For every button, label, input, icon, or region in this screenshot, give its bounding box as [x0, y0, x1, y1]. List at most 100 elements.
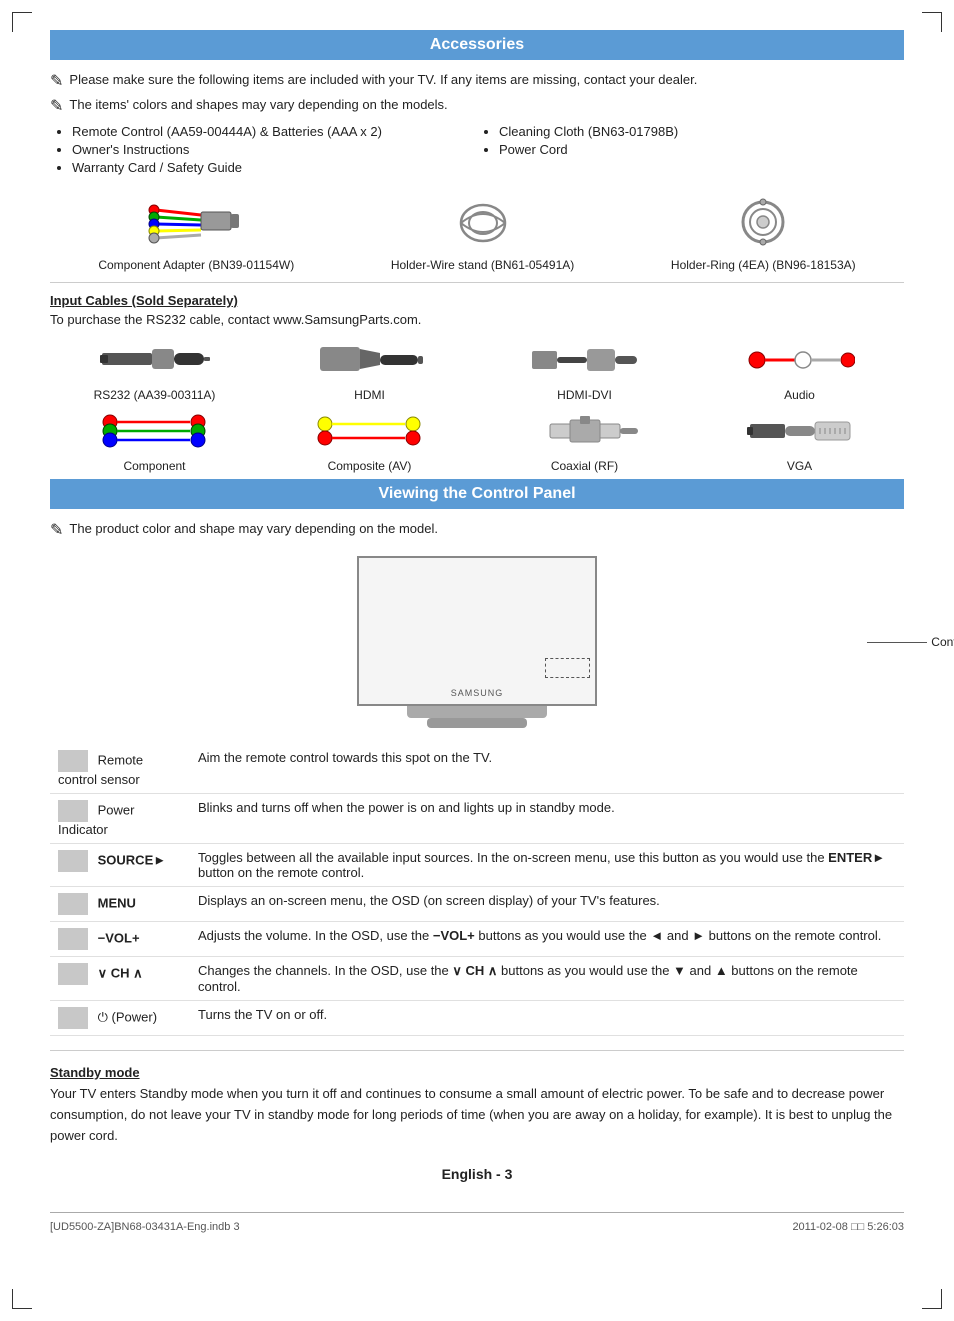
- audio-img: [695, 337, 904, 382]
- list-item: Remote Control (AA59-00444A) & Batteries…: [72, 124, 477, 139]
- accessories-list-col1: Remote Control (AA59-00444A) & Batteries…: [50, 124, 477, 178]
- coaxial-img: [480, 408, 689, 453]
- corner-br: [922, 1289, 942, 1309]
- sensor-icon: [58, 750, 88, 772]
- vol-icon: [58, 928, 88, 950]
- cables-row2: Component Composite (AV) Coaxial (RF: [50, 408, 904, 473]
- composite-label: Composite (AV): [328, 459, 412, 473]
- list-item: Cleaning Cloth (BN63-01798B): [499, 124, 904, 139]
- table-row: ∨ CH ∧ Changes the channels. In the OSD,…: [50, 957, 904, 1001]
- cables-row1: RS232 (AA39-00311A) HDMI HDMI-DVI: [50, 337, 904, 402]
- hdmi-dvi-label: HDMI-DVI: [557, 388, 612, 402]
- table-row: Remote control sensor Aim the remote con…: [50, 744, 904, 794]
- accessory-holder-ring: Holder-Ring (4EA) (BN96-18153A): [671, 192, 856, 272]
- accessories-note1: ✎ Please make sure the following items a…: [50, 72, 904, 91]
- cp-row-name: SOURCE►: [50, 844, 190, 887]
- footer-bar: [UD5500-ZA]BN68-03431A-Eng.indb 3 2011-0…: [50, 1212, 904, 1233]
- callout-line: [867, 642, 927, 643]
- holder-ring-label: Holder-Ring (4EA) (BN96-18153A): [671, 258, 856, 272]
- input-cables-subtitle: To purchase the RS232 cable, contact www…: [50, 312, 904, 327]
- table-row: SOURCE► Toggles between all the availabl…: [50, 844, 904, 887]
- divider-2: [50, 1050, 904, 1051]
- list-item: Owner's Instructions: [72, 142, 477, 157]
- accessory-images-row: Component Adapter (BN39-01154W) Holder-W…: [50, 192, 904, 272]
- page-number: English - 3: [50, 1166, 904, 1182]
- cp-row-desc: Displays an on-screen menu, the OSD (on …: [190, 887, 904, 922]
- corner-tr: [922, 12, 942, 32]
- note-icon-2: ✎: [50, 96, 63, 116]
- accessory-component-adapter: Component Adapter (BN39-01154W): [98, 192, 294, 272]
- note-icon-1: ✎: [50, 71, 63, 91]
- corner-tl: [12, 12, 32, 32]
- tv-stand: [427, 718, 527, 728]
- cable-coaxial: Coaxial (RF): [480, 408, 689, 473]
- hdmi-dvi-img: [480, 337, 689, 382]
- cp-row-desc: Blinks and turns off when the power is o…: [190, 794, 904, 844]
- source-icon: [58, 850, 88, 872]
- component-label: Component: [123, 459, 185, 473]
- cp-row-desc: Turns the TV on or off.: [190, 1001, 904, 1036]
- cable-composite: Composite (AV): [265, 408, 474, 473]
- menu-icon: [58, 893, 88, 915]
- cp-row-desc: Toggles between all the available input …: [190, 844, 904, 887]
- cable-hdmi-dvi: HDMI-DVI: [480, 337, 689, 402]
- ch-icon: [58, 963, 88, 985]
- hdmi-img: [265, 337, 474, 382]
- cp-row-desc: Adjusts the volume. In the OSD, use the …: [190, 922, 904, 957]
- control-panel-callout: Control Panel: [867, 635, 954, 649]
- tv-base: [407, 706, 547, 718]
- tv-diagram-area: SAMSUNG Control Panel: [50, 556, 904, 728]
- power-icon: [58, 1007, 88, 1029]
- control-panel-note: ✎ The product color and shape may vary d…: [50, 521, 904, 540]
- input-cables-title: Input Cables (Sold Separately): [50, 293, 904, 308]
- cable-component: Component: [50, 408, 259, 473]
- control-panel-dotted-box: [545, 658, 590, 678]
- footer-date-info: 2011-02-08 □□ 5:26:03: [792, 1221, 904, 1233]
- table-row: −VOL+ Adjusts the volume. In the OSD, us…: [50, 922, 904, 957]
- vga-label: VGA: [787, 459, 812, 473]
- cp-row-name: Power Indicator: [50, 794, 190, 844]
- rs232-img: [50, 337, 259, 382]
- note-icon-3: ✎: [50, 520, 63, 540]
- component-adapter-label: Component Adapter (BN39-01154W): [98, 258, 294, 272]
- component-img: [50, 408, 259, 453]
- coaxial-label: Coaxial (RF): [551, 459, 618, 473]
- table-row: MENU Displays an on-screen menu, the OSD…: [50, 887, 904, 922]
- standby-text: Your TV enters Standby mode when you tur…: [50, 1084, 904, 1146]
- standby-title: Standby mode: [50, 1065, 904, 1080]
- hdmi-label: HDMI: [354, 388, 385, 402]
- cp-row-desc: Changes the channels. In the OSD, use th…: [190, 957, 904, 1001]
- cable-rs232: RS232 (AA39-00311A): [50, 337, 259, 402]
- cable-vga: VGA: [695, 408, 904, 473]
- list-item: Power Cord: [499, 142, 904, 157]
- accessories-list-col2: Cleaning Cloth (BN63-01798B) Power Cord: [477, 124, 904, 178]
- rs232-label: RS232 (AA39-00311A): [94, 388, 216, 402]
- samsung-brand-label: SAMSUNG: [451, 688, 504, 698]
- control-panel-header: Viewing the Control Panel: [50, 479, 904, 509]
- cp-row-name: MENU: [50, 887, 190, 922]
- cp-row-name: ⏻ (Power): [50, 1001, 190, 1036]
- cp-row-name: ∨ CH ∧: [50, 957, 190, 1001]
- power-indicator-icon: [58, 800, 88, 822]
- holder-wire-label: Holder-Wire stand (BN61-05491A): [391, 258, 574, 272]
- tv-diagram: SAMSUNG: [347, 556, 607, 728]
- component-adapter-img: [146, 192, 246, 252]
- control-panel-table: Remote control sensor Aim the remote con…: [50, 744, 904, 1036]
- vga-img: [695, 408, 904, 453]
- composite-img: [265, 408, 474, 453]
- cp-row-desc: Aim the remote control towards this spot…: [190, 744, 904, 794]
- tv-screen: SAMSUNG: [357, 556, 597, 706]
- holder-wire-img: [433, 192, 533, 252]
- cable-audio: Audio: [695, 337, 904, 402]
- corner-bl: [12, 1289, 32, 1309]
- divider-1: [50, 282, 904, 283]
- audio-label: Audio: [784, 388, 815, 402]
- cp-row-name: Remote control sensor: [50, 744, 190, 794]
- table-row: Power Indicator Blinks and turns off whe…: [50, 794, 904, 844]
- cable-hdmi: HDMI: [265, 337, 474, 402]
- list-item: Warranty Card / Safety Guide: [72, 160, 477, 175]
- accessory-holder-wire: Holder-Wire stand (BN61-05491A): [391, 192, 574, 272]
- accessories-list: Remote Control (AA59-00444A) & Batteries…: [50, 124, 904, 178]
- cp-row-name: −VOL+: [50, 922, 190, 957]
- footer-file-info: [UD5500-ZA]BN68-03431A-Eng.indb 3: [50, 1221, 240, 1233]
